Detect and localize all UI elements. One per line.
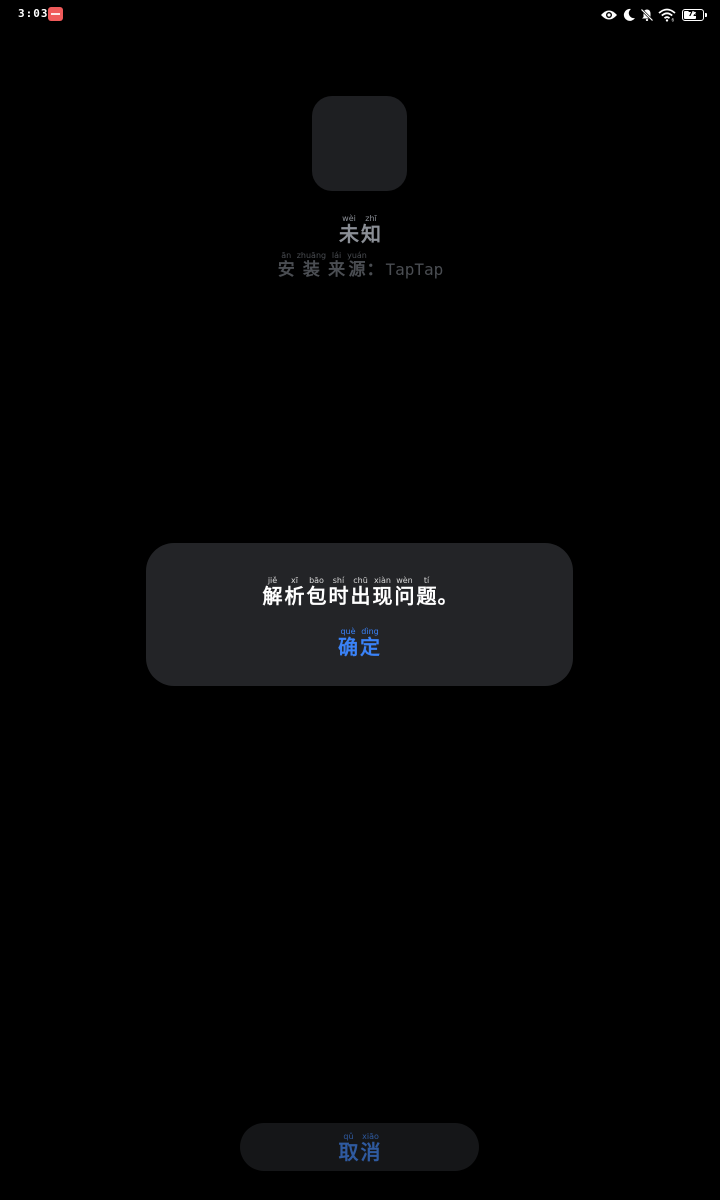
pinyin-annotation: zhuāng (296, 251, 327, 260)
confirm-button[interactable]: 确què定dìng (309, 627, 409, 667)
hanzi-char: 安 (277, 260, 295, 280)
pinyin-annotation: wèn (394, 576, 415, 585)
install-source-value: TapTap (385, 260, 444, 279)
ruby-char: 出chū (350, 576, 371, 608)
pinyin-annotation: yuán (347, 251, 367, 260)
hanzi-char: 现 (372, 584, 393, 608)
ruby-char: 问wèn (394, 576, 415, 608)
pinyin-annotation: lái (328, 251, 346, 260)
pinyin-annotation: zhī (361, 214, 381, 223)
install-source: 安ān装zhuāng来lái源yuán： TapTap (0, 251, 720, 280)
hanzi-char: 装 (296, 260, 327, 280)
svg-text:6: 6 (672, 18, 675, 23)
ruby-char: 未wèi (339, 214, 359, 246)
status-bar: 3:03 6 72 (0, 0, 720, 30)
ruby-char: 析xī (284, 576, 305, 608)
screen: 3:03 6 72 未wèi知zhī 安ān装zhuāng来lái源yuán： … (0, 0, 720, 1200)
hanzi-char: 未 (339, 222, 359, 246)
cancel-label: 取qǔ消xiāo (240, 1132, 479, 1165)
ruby-char: 安ān (277, 251, 295, 280)
hanzi-char: 包 (306, 584, 327, 608)
ruby-char: 取qǔ (338, 1132, 359, 1164)
pinyin-annotation: dìng (360, 627, 380, 636)
wifi-icon: 6 (658, 8, 676, 22)
hanzi-char: 定 (360, 635, 380, 659)
ruby-char: 来lái (328, 251, 346, 280)
hanzi-char: 时 (328, 584, 349, 608)
ruby-char: 题tí (416, 576, 437, 608)
pinyin-annotation: wèi (339, 214, 359, 223)
ruby-char: 定dìng (360, 627, 380, 659)
app-notification-icon (48, 7, 63, 21)
ruby-char: 装zhuāng (296, 251, 327, 280)
moon-icon (622, 8, 636, 22)
hanzi-char: 源 (347, 260, 367, 280)
hanzi-char: 知 (361, 222, 381, 246)
dialog-message: 解jiě析xī包bāo时shí出chū现xiàn问wèn题tí。 (146, 576, 573, 609)
install-source-separator: ： (366, 260, 384, 280)
hanzi-char: 析 (284, 584, 305, 608)
battery-icon: 72 (682, 9, 707, 21)
ruby-char: 源yuán (347, 251, 367, 280)
ruby-char: 现xiàn (372, 576, 393, 608)
status-time: 3:03 (18, 7, 49, 20)
dialog-message-end: 。 (437, 584, 458, 608)
ruby-char: 包bāo (306, 576, 327, 608)
battery-level-text: 72 (688, 10, 698, 18)
pinyin-annotation: què (338, 627, 358, 636)
hanzi-char: 确 (338, 635, 358, 659)
hanzi-char: 出 (350, 584, 371, 608)
bell-off-icon (640, 8, 654, 22)
hanzi-char: 取 (338, 1140, 359, 1164)
hanzi-char: 问 (394, 584, 415, 608)
status-icons: 6 72 (600, 6, 707, 24)
ruby-char: 解jiě (262, 576, 283, 608)
ruby-char: 确què (338, 627, 358, 659)
ruby-char: 知zhī (361, 214, 381, 246)
pinyin-annotation: ān (277, 251, 295, 260)
hanzi-char: 来 (328, 260, 346, 280)
cancel-button[interactable]: 取qǔ消xiāo (240, 1123, 479, 1171)
pinyin-annotation: qǔ (338, 1132, 359, 1141)
pinyin-annotation: xī (284, 576, 305, 585)
pinyin-annotation: jiě (262, 576, 283, 585)
error-dialog: 解jiě析xī包bāo时shí出chū现xiàn问wèn题tí。 确què定dì… (146, 543, 573, 686)
app-name: 未wèi知zhī (0, 214, 720, 247)
install-source-label: 安ān装zhuāng来lái源yuán (277, 251, 367, 280)
pinyin-annotation: xiāo (360, 1132, 381, 1141)
hanzi-char: 解 (262, 584, 283, 608)
app-placeholder-icon (312, 96, 407, 191)
hanzi-char: 题 (416, 584, 437, 608)
eye-icon (600, 9, 618, 21)
hanzi-char: 消 (360, 1140, 381, 1164)
pinyin-annotation: shí (328, 576, 349, 585)
ruby-char: 时shí (328, 576, 349, 608)
pinyin-annotation: chū (350, 576, 371, 585)
ruby-char: 消xiāo (360, 1132, 381, 1164)
pinyin-annotation: xiàn (372, 576, 393, 585)
pinyin-annotation: bāo (306, 576, 327, 585)
pinyin-annotation: tí (416, 576, 437, 585)
